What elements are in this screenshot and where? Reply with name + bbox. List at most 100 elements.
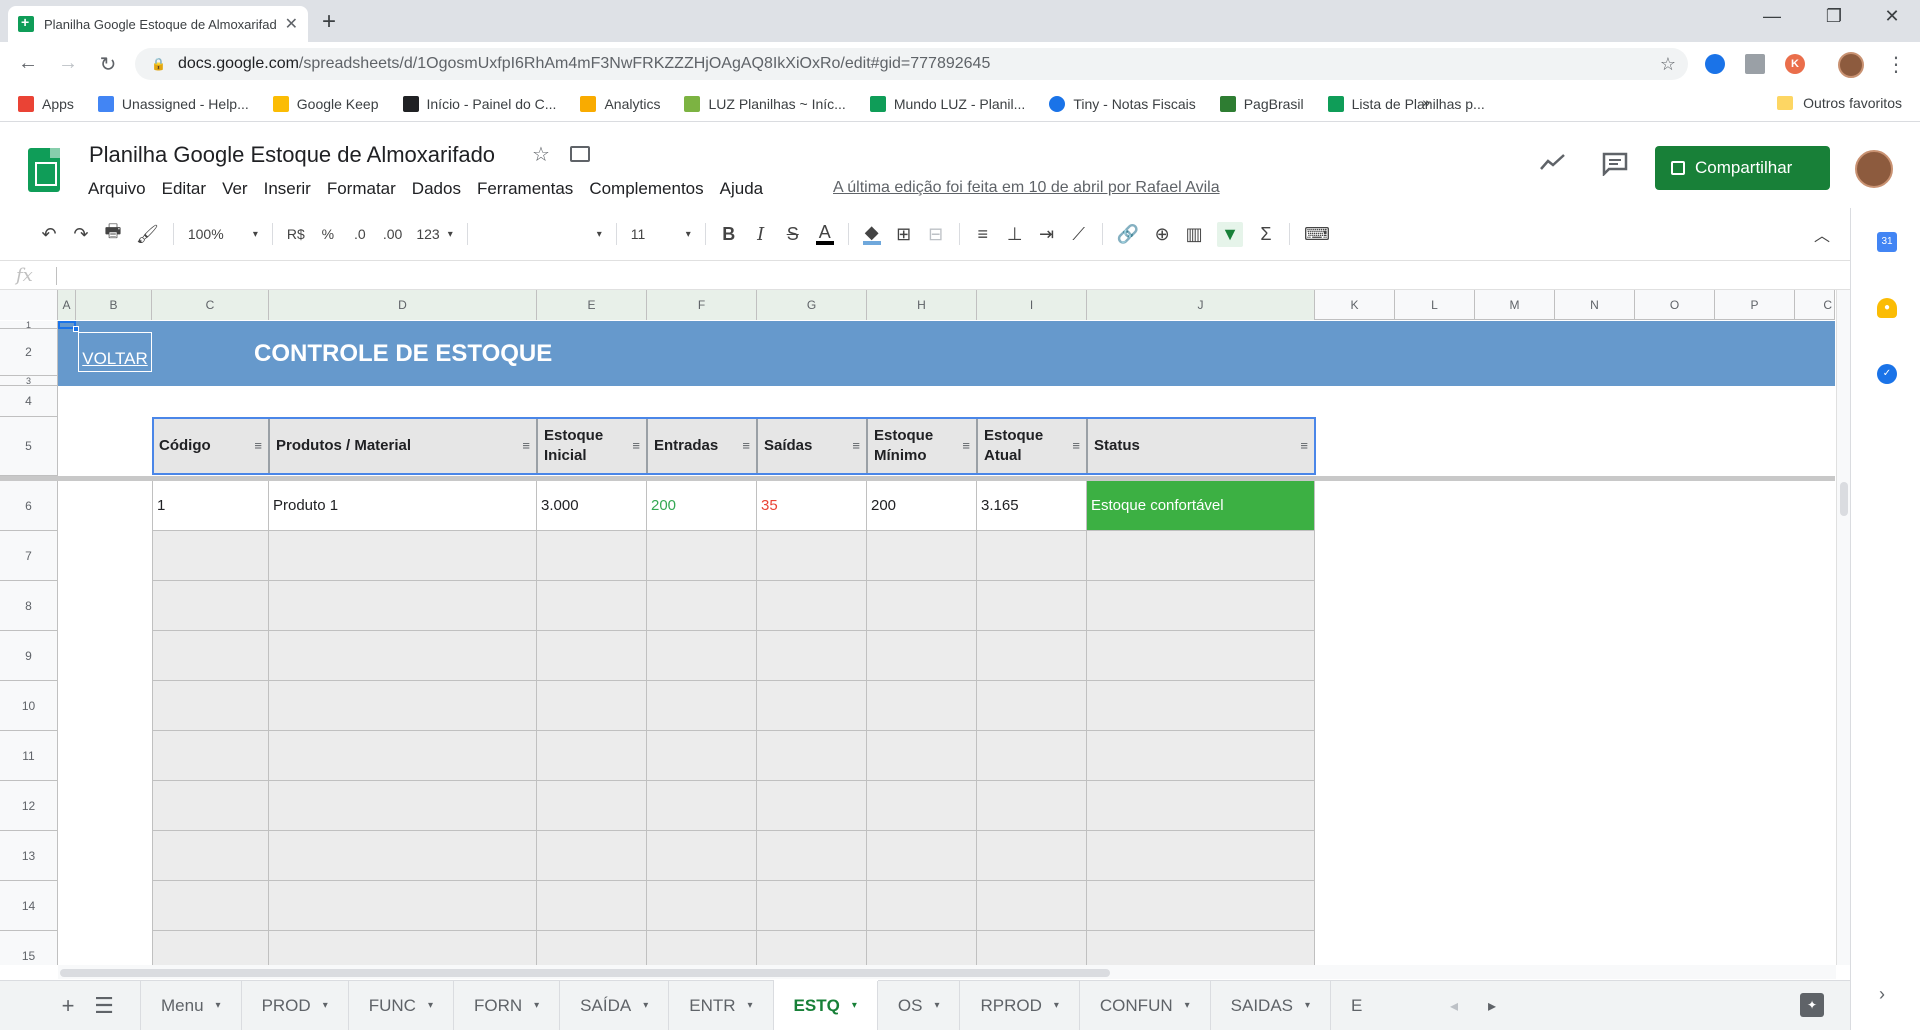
empty-cell[interactable] bbox=[269, 931, 537, 965]
table-header-saidas[interactable]: Saídas ≡ bbox=[757, 418, 867, 474]
bookmark-item[interactable]: Unassigned - Help... bbox=[97, 95, 249, 112]
all-sheets-icon[interactable]: ☰ bbox=[86, 993, 122, 1019]
empty-cell[interactable] bbox=[867, 781, 977, 831]
empty-cell[interactable] bbox=[647, 731, 757, 781]
sheet-tab-os[interactable]: OS ▾ bbox=[878, 980, 961, 1030]
restore-window-icon[interactable]: ❐ bbox=[1814, 6, 1854, 27]
filter-icon[interactable]: ≡ bbox=[632, 436, 640, 456]
empty-cell[interactable] bbox=[152, 931, 269, 965]
empty-cell[interactable] bbox=[1087, 631, 1315, 681]
row-header[interactable]: 8 bbox=[0, 581, 58, 631]
percent-format-button[interactable]: % bbox=[319, 226, 337, 242]
notes-ext-icon[interactable] bbox=[1745, 54, 1765, 74]
filter-icon[interactable]: ≡ bbox=[254, 436, 262, 456]
empty-cell[interactable] bbox=[269, 881, 537, 931]
paint-format-icon[interactable]: 🖌 bbox=[136, 224, 159, 245]
empty-cell[interactable] bbox=[757, 581, 867, 631]
back-icon[interactable]: ← bbox=[16, 52, 40, 75]
column-header[interactable]: B bbox=[76, 290, 152, 320]
empty-cell[interactable] bbox=[537, 531, 647, 581]
empty-cell[interactable] bbox=[867, 681, 977, 731]
empty-cell[interactable] bbox=[152, 831, 269, 881]
strikethrough-button[interactable]: S bbox=[784, 224, 802, 245]
filter-icon[interactable]: ≡ bbox=[852, 436, 860, 456]
cell-estoque-minimo[interactable]: 200 bbox=[867, 481, 977, 531]
empty-cell[interactable] bbox=[152, 531, 269, 581]
column-header[interactable]: H bbox=[867, 290, 977, 320]
empty-cell[interactable] bbox=[647, 781, 757, 831]
close-tab-icon[interactable]: ✕ bbox=[285, 14, 298, 34]
horizontal-scrollbar[interactable] bbox=[58, 965, 1836, 979]
bookmarks-overflow-icon[interactable]: » bbox=[1422, 94, 1430, 110]
browser-menu-icon[interactable]: ⋮ bbox=[1884, 52, 1908, 77]
empty-cell[interactable] bbox=[537, 631, 647, 681]
table-header-estoque-atual[interactable]: Estoque Atual ≡ bbox=[977, 418, 1087, 474]
chevron-down-icon[interactable]: ▾ bbox=[643, 1000, 648, 1011]
decrease-decimal-button[interactable]: .0 bbox=[351, 226, 369, 242]
empty-cell[interactable] bbox=[867, 881, 977, 931]
empty-cell[interactable] bbox=[867, 931, 977, 965]
empty-cell[interactable] bbox=[647, 581, 757, 631]
comments-icon[interactable] bbox=[1602, 152, 1628, 182]
row-header[interactable]: 14 bbox=[0, 881, 58, 931]
browser-profile-avatar[interactable] bbox=[1838, 52, 1864, 78]
empty-cell[interactable] bbox=[152, 731, 269, 781]
chevron-down-icon[interactable]: ▾ bbox=[852, 1000, 857, 1011]
account-avatar[interactable] bbox=[1855, 150, 1893, 188]
insert-comment-icon[interactable]: ⊕ bbox=[1153, 224, 1171, 245]
sheet-tab-entr[interactable]: ENTR ▾ bbox=[669, 980, 774, 1030]
table-header-produto[interactable]: Produtos / Material ≡ bbox=[269, 418, 537, 474]
sheet-tab-saidas[interactable]: SAIDAS ▾ bbox=[1211, 980, 1332, 1030]
empty-cell[interactable] bbox=[757, 831, 867, 881]
filter-icon[interactable]: ▼ bbox=[1217, 221, 1243, 247]
empty-cell[interactable] bbox=[269, 631, 537, 681]
empty-cell[interactable] bbox=[977, 681, 1087, 731]
empty-cell[interactable] bbox=[269, 581, 537, 631]
column-header[interactable]: A bbox=[58, 290, 76, 320]
column-header[interactable]: K bbox=[1315, 290, 1395, 320]
sheet-tab-prod[interactable]: PROD ▾ bbox=[242, 980, 349, 1030]
empty-cell[interactable] bbox=[537, 881, 647, 931]
sheet-tab-menu[interactable]: Menu ▾ bbox=[140, 980, 242, 1030]
empty-cell[interactable] bbox=[1087, 781, 1315, 831]
filter-icon[interactable]: ≡ bbox=[522, 436, 530, 456]
empty-cell[interactable] bbox=[537, 581, 647, 631]
empty-cell[interactable] bbox=[1087, 831, 1315, 881]
cell-saidas[interactable]: 35 bbox=[757, 481, 867, 531]
chevron-down-icon[interactable]: ▾ bbox=[1305, 1000, 1310, 1011]
filter-icon[interactable]: ≡ bbox=[962, 436, 970, 456]
bookmark-item[interactable]: PagBrasil bbox=[1219, 95, 1304, 112]
other-bookmarks[interactable]: Outros favoritos bbox=[1777, 95, 1902, 111]
empty-cell[interactable] bbox=[647, 931, 757, 965]
filter-icon[interactable]: ≡ bbox=[742, 436, 750, 456]
scrollbar-thumb[interactable] bbox=[60, 969, 1110, 977]
empty-cell[interactable] bbox=[1087, 881, 1315, 931]
increase-decimal-button[interactable]: .00 bbox=[383, 226, 402, 242]
menu-arquivo[interactable]: Arquivo bbox=[80, 177, 154, 201]
sheet-tab-rprod[interactable]: RPROD ▾ bbox=[960, 980, 1080, 1030]
cell-status[interactable]: Estoque confortável bbox=[1087, 481, 1315, 531]
column-header[interactable]: N bbox=[1555, 290, 1635, 320]
bookmark-item[interactable]: Início - Painel do C... bbox=[402, 95, 556, 112]
chevron-down-icon[interactable]: ▾ bbox=[748, 1000, 753, 1011]
zoom-select[interactable]: 100% ▾ bbox=[188, 226, 258, 242]
empty-cell[interactable] bbox=[977, 631, 1087, 681]
chevron-down-icon[interactable]: ▾ bbox=[934, 1000, 939, 1011]
scroll-left-icon[interactable]: ◂ bbox=[1450, 996, 1458, 1016]
sheets-logo-icon[interactable] bbox=[28, 148, 60, 192]
menu-ferramentas[interactable]: Ferramentas bbox=[469, 177, 581, 201]
empty-cell[interactable] bbox=[977, 531, 1087, 581]
row-header[interactable]: 11 bbox=[0, 731, 58, 781]
bookmark-item[interactable]: Apps bbox=[18, 95, 74, 112]
share-button[interactable]: Compartilhar bbox=[1655, 146, 1830, 190]
empty-cell[interactable] bbox=[977, 931, 1087, 965]
bookmark-item[interactable]: Analytics bbox=[580, 95, 660, 112]
lock-icon[interactable]: 🔒 bbox=[151, 57, 166, 71]
tasks-icon[interactable]: ✓ bbox=[1877, 364, 1897, 384]
bookmark-item[interactable]: Mundo LUZ - Planil... bbox=[869, 95, 1025, 112]
borders-icon[interactable]: ⊞ bbox=[895, 224, 913, 245]
empty-cell[interactable] bbox=[977, 581, 1087, 631]
empty-cell[interactable] bbox=[867, 631, 977, 681]
chevron-down-icon[interactable]: ▾ bbox=[216, 1000, 221, 1011]
sheet-tab-forn[interactable]: FORN ▾ bbox=[454, 980, 561, 1030]
